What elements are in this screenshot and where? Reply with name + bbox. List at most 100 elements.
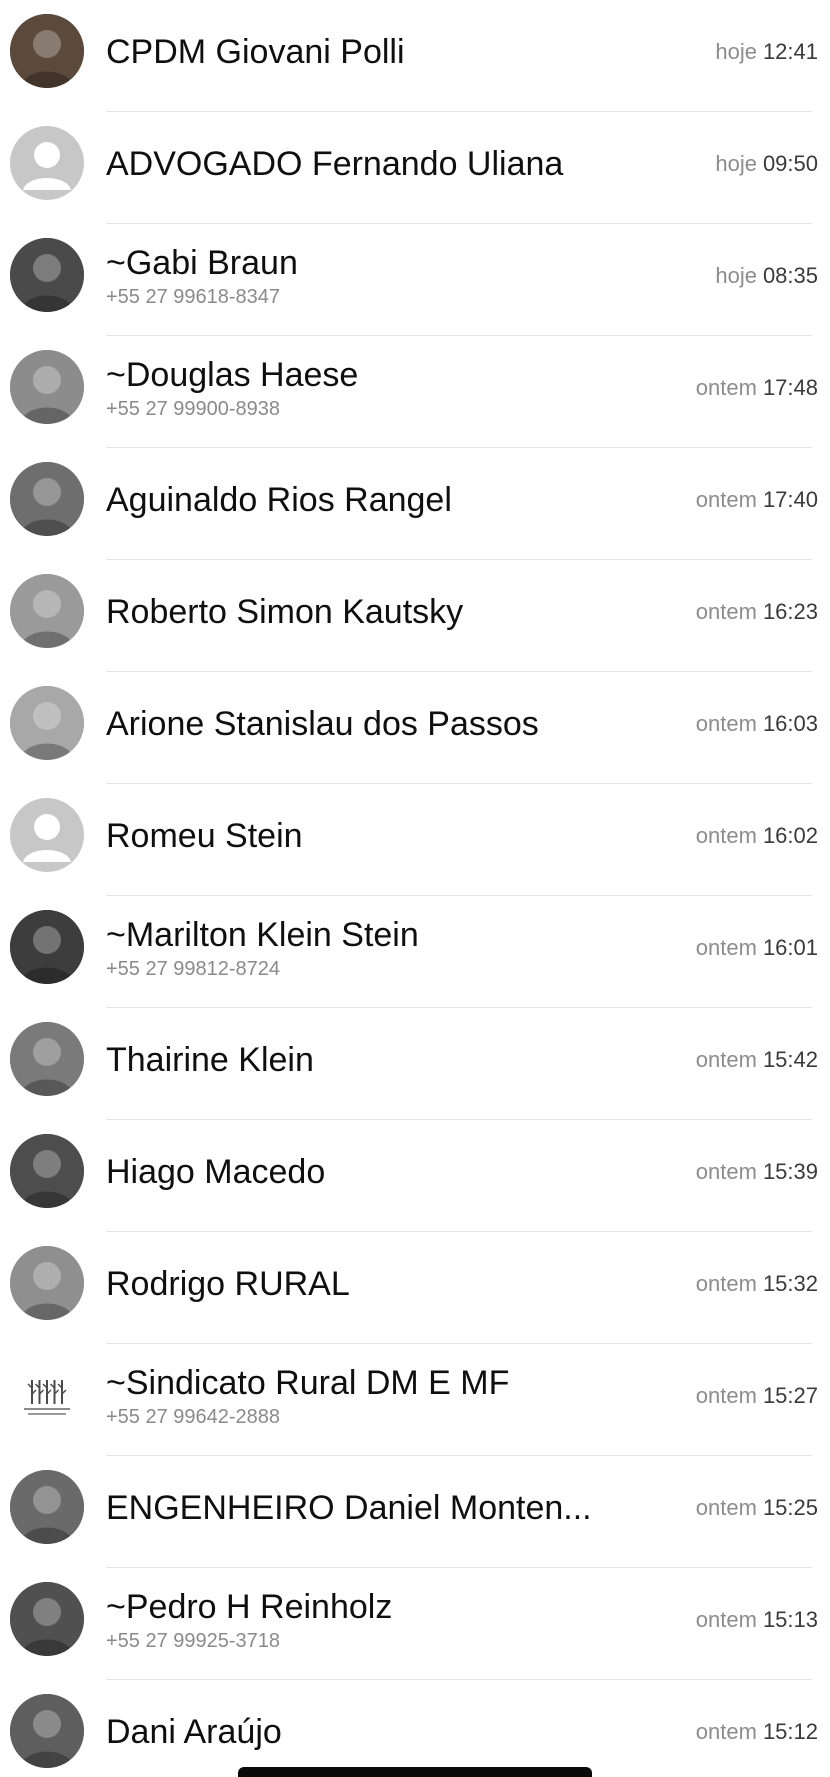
timestamp-time: 17:40 <box>762 487 818 512</box>
chat-row[interactable]: ADVOGADO Fernando Uliana hoje 09:50 <box>0 112 830 224</box>
timestamp-time: 15:12 <box>762 1719 818 1744</box>
contact-name: ~Douglas Haese <box>106 356 359 394</box>
contact-name: ~Gabi Braun <box>106 244 298 282</box>
chat-row[interactable]: CPDM Giovani Polli hoje 12:41 <box>0 0 830 112</box>
timestamp: ontem 15:25 <box>696 1456 818 1568</box>
timestamp-day: ontem <box>695 711 757 736</box>
chat-row[interactable]: Aguinaldo Rios Rangel ontem 17:40 <box>0 448 830 560</box>
default-avatar <box>10 798 84 872</box>
chat-row[interactable]: ~Pedro H Reinholz +55 27 99925-3718 onte… <box>0 1568 830 1680</box>
chat-row[interactable]: Romeu Stein ontem 16:02 <box>0 784 830 896</box>
chat-list[interactable]: CPDM Giovani Polli hoje 12:41 ADVOGADO Fe… <box>0 0 830 1777</box>
chat-row[interactable]: Roberto Simon Kautsky ontem 16:23 <box>0 560 830 672</box>
contact-name: CPDM Giovani Polli <box>106 33 405 71</box>
contact-name: Hiago Macedo <box>106 1153 326 1191</box>
timestamp-day: hoje <box>715 151 757 176</box>
photo-avatar <box>10 350 84 424</box>
contact-name: ~Marilton Klein Stein <box>106 916 419 954</box>
chat-row[interactable]: Thairine Klein ontem 15:42 <box>0 1008 830 1120</box>
photo-avatar <box>10 1246 84 1320</box>
chat-row[interactable]: ~Marilton Klein Stein +55 27 99812-8724 … <box>0 896 830 1008</box>
contact-name: ENGENHEIRO Daniel Monten... <box>106 1489 592 1527</box>
timestamp-time: 15:27 <box>762 1383 818 1408</box>
photo-avatar <box>10 910 84 984</box>
timestamp-day: ontem <box>695 599 757 624</box>
timestamp: ontem 15:13 <box>696 1568 818 1680</box>
timestamp: ontem 16:23 <box>696 560 818 672</box>
chat-row[interactable]: Arione Stanislau dos Passos ontem 16:03 <box>0 672 830 784</box>
timestamp-day: ontem <box>695 1383 757 1408</box>
contact-phone: +55 27 99925-3718 <box>106 1630 281 1652</box>
chat-row[interactable]: Rodrigo RURAL ontem 15:32 <box>0 1232 830 1344</box>
timestamp-time: 15:25 <box>762 1495 818 1520</box>
photo-avatar <box>10 238 84 312</box>
timestamp-time: 15:39 <box>762 1159 818 1184</box>
timestamp-day: hoje <box>715 263 757 288</box>
timestamp-day: ontem <box>695 375 757 400</box>
chat-text: ADVOGADO Fernando Uliana <box>106 112 640 224</box>
chat-text: ~Pedro H Reinholz +55 27 99925-3718 <box>106 1568 640 1680</box>
contact-name: ~Sindicato Rural DM E MF <box>106 1364 510 1402</box>
timestamp-day: ontem <box>695 1719 757 1744</box>
chat-text: Romeu Stein <box>106 784 640 896</box>
chat-text: Hiago Macedo <box>106 1120 640 1232</box>
timestamp-time: 16:02 <box>762 823 818 848</box>
chat-row[interactable]: ~Sindicato Rural DM E MF +55 27 99642-28… <box>0 1344 830 1456</box>
chat-row[interactable]: ~Douglas Haese +55 27 99900-8938 ontem 17… <box>0 336 830 448</box>
timestamp: ontem 16:02 <box>696 784 818 896</box>
photo-avatar <box>10 14 84 88</box>
chat-text: ENGENHEIRO Daniel Monten... <box>106 1456 640 1568</box>
home-indicator <box>238 1767 592 1777</box>
timestamp-time: 12:41 <box>762 39 818 64</box>
contact-name: Dani Araújo <box>106 1713 282 1751</box>
timestamp-time: 16:01 <box>762 935 818 960</box>
chat-text: Dani Araújo <box>106 1680 640 1777</box>
default-avatar <box>10 126 84 200</box>
contact-name: ~Pedro H Reinholz <box>106 1588 393 1626</box>
photo-avatar <box>10 1582 84 1656</box>
chat-text: ~Marilton Klein Stein +55 27 99812-8724 <box>106 896 640 1008</box>
contact-name: Thairine Klein <box>106 1041 314 1079</box>
timestamp: ontem 15:27 <box>696 1344 818 1456</box>
timestamp-time: 09:50 <box>762 151 818 176</box>
chat-row[interactable]: ENGENHEIRO Daniel Monten... ontem 15:25 <box>0 1456 830 1568</box>
chat-row[interactable]: Hiago Macedo ontem 15:39 <box>0 1120 830 1232</box>
contact-name: Romeu Stein <box>106 817 303 855</box>
timestamp-time: 15:42 <box>762 1047 818 1072</box>
timestamp: ontem 15:12 <box>696 1680 818 1777</box>
timestamp-day: ontem <box>695 1047 757 1072</box>
chat-text: ~Gabi Braun +55 27 99618-8347 <box>106 224 640 336</box>
timestamp-day: ontem <box>695 1159 757 1184</box>
chat-text: Roberto Simon Kautsky <box>106 560 640 672</box>
photo-avatar <box>10 1470 84 1544</box>
timestamp: hoje 08:35 <box>715 224 818 336</box>
photo-avatar <box>10 1022 84 1096</box>
chat-row[interactable]: ~Gabi Braun +55 27 99618-8347 hoje 08:35 <box>0 224 830 336</box>
chat-text: Rodrigo RURAL <box>106 1232 640 1344</box>
timestamp-time: 08:35 <box>762 263 818 288</box>
timestamp-time: 15:13 <box>762 1607 818 1632</box>
timestamp: ontem 16:03 <box>696 672 818 784</box>
contact-phone: +55 27 99642-2888 <box>106 1406 281 1428</box>
timestamp-day: hoje <box>715 39 757 64</box>
chat-text: ~Sindicato Rural DM E MF +55 27 99642-28… <box>106 1344 640 1456</box>
timestamp-time: 16:03 <box>762 711 818 736</box>
photo-avatar <box>10 686 84 760</box>
timestamp-day: ontem <box>695 935 757 960</box>
timestamp: hoje 09:50 <box>715 112 818 224</box>
timestamp: ontem 17:40 <box>696 448 818 560</box>
contact-phone: +55 27 99618-8347 <box>106 286 281 308</box>
timestamp: ontem 15:32 <box>696 1232 818 1344</box>
timestamp-time: 16:23 <box>762 599 818 624</box>
contact-name: Aguinaldo Rios Rangel <box>106 481 452 519</box>
contact-phone: +55 27 99900-8938 <box>106 398 281 420</box>
timestamp-day: ontem <box>695 1607 757 1632</box>
chat-row[interactable]: Dani Araújo ontem 15:12 <box>0 1680 830 1777</box>
photo-avatar <box>10 574 84 648</box>
chat-text: Aguinaldo Rios Rangel <box>106 448 640 560</box>
chat-text: CPDM Giovani Polli <box>106 0 640 112</box>
photo-avatar <box>10 1134 84 1208</box>
logo-avatar <box>10 1358 84 1432</box>
chat-text: Thairine Klein <box>106 1008 640 1120</box>
photo-avatar <box>10 1694 84 1768</box>
